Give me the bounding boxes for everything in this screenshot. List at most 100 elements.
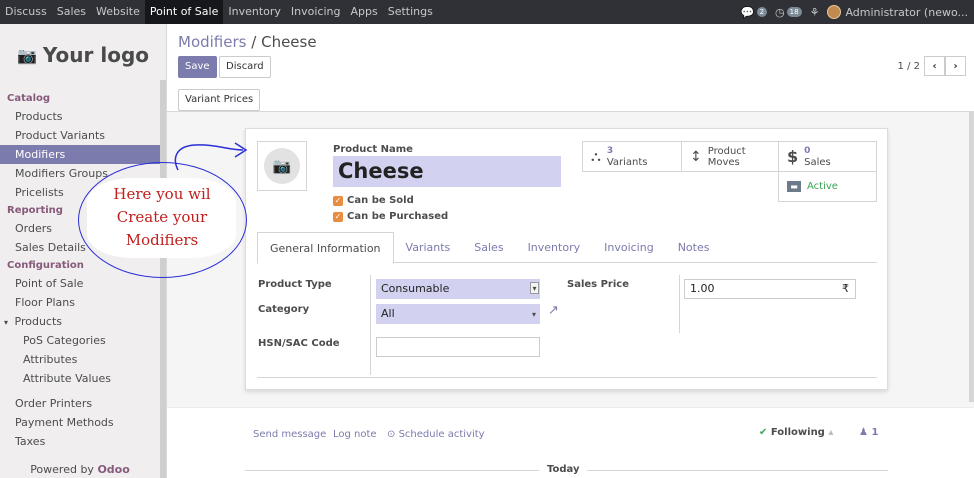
save-button[interactable]: Save bbox=[178, 56, 217, 78]
sales-price-field[interactable]: 1.00 ₹ bbox=[684, 279, 856, 299]
sales-label: Sales bbox=[804, 156, 831, 168]
annotation-line3: Modifiers bbox=[125, 231, 199, 249]
sheet-footer-line bbox=[257, 377, 877, 378]
hsn-code-field[interactable] bbox=[376, 337, 540, 357]
caret-down-icon: ▾ bbox=[531, 310, 536, 319]
annotation-line1: Here you wil bbox=[113, 185, 211, 203]
user-menu[interactable]: Administrator (newo... bbox=[827, 5, 968, 19]
product-type-value: Consumable bbox=[381, 282, 450, 295]
following-button[interactable]: ✔ Following ▴ bbox=[759, 427, 833, 438]
sidebar-item-products[interactable]: Products bbox=[0, 107, 166, 126]
control-panel: Modifiers / Cheese Save Discard 1 / 2 ‹ … bbox=[167, 24, 974, 112]
pager-value[interactable]: 1 / 2 bbox=[898, 61, 920, 72]
top-navbar: Discuss Sales Website Point of Sale Inve… bbox=[0, 0, 974, 24]
user-name: Administrator (newo... bbox=[845, 5, 968, 19]
pager: 1 / 2 ‹ › bbox=[898, 56, 966, 76]
section-catalog: Catalog bbox=[7, 93, 51, 104]
menu-sales[interactable]: Sales bbox=[52, 0, 91, 24]
chat-systray[interactable]: 💬 2 bbox=[740, 5, 768, 19]
main-scrollbar[interactable] bbox=[969, 112, 974, 402]
log-note-button[interactable]: Log note bbox=[333, 429, 377, 440]
notebook-tabs: General Information Variants Sales Inven… bbox=[257, 232, 877, 264]
breadcrumb: Modifiers / Cheese bbox=[178, 33, 317, 51]
chat-icon: 💬 bbox=[740, 5, 755, 19]
menu-invoicing[interactable]: Invoicing bbox=[286, 0, 346, 24]
sidebar-item-attributes[interactable]: Attributes bbox=[0, 350, 166, 369]
sidebar-item-taxes[interactable]: Taxes bbox=[0, 432, 166, 451]
product-type-select[interactable]: Consumable ▾ bbox=[376, 279, 540, 299]
menu-settings[interactable]: Settings bbox=[383, 0, 438, 24]
check-icon: ✔ bbox=[759, 427, 768, 438]
product-name-field[interactable]: Cheese bbox=[333, 156, 561, 187]
sidebar-item-payment-methods[interactable]: Payment Methods bbox=[0, 413, 166, 432]
form-sheet: 📷 Product Name Cheese ✓ Can be Sold ✓ Ca… bbox=[245, 128, 888, 390]
systray: 💬 2 ◷ 18 ⚘ Administrator (newo... bbox=[741, 0, 974, 24]
pager-next-button[interactable]: › bbox=[945, 56, 966, 76]
chevron-left-icon: ‹ bbox=[932, 60, 937, 72]
active-label: Active bbox=[807, 181, 838, 192]
label-separator bbox=[679, 275, 680, 333]
breadcrumb-parent[interactable]: Modifiers bbox=[178, 33, 246, 51]
menu-inventory[interactable]: Inventory bbox=[223, 0, 286, 24]
menu-discuss[interactable]: Discuss bbox=[0, 0, 52, 24]
tab-variants[interactable]: Variants bbox=[394, 232, 463, 263]
activity-systray[interactable]: ◷ 18 bbox=[775, 6, 802, 19]
breadcrumb-current: Cheese bbox=[261, 33, 317, 51]
sidebar-item-product-variants[interactable]: Product Variants bbox=[0, 126, 166, 145]
sidebar-item-point-of-sale[interactable]: Point of Sale bbox=[0, 274, 166, 293]
can-be-sold-checkbox[interactable]: ✓ Can be Sold bbox=[333, 195, 414, 206]
send-message-button[interactable]: Send message bbox=[253, 429, 326, 440]
product-moves-stat-button[interactable]: ↕ Product Moves bbox=[681, 141, 779, 172]
breadcrumb-separator: / bbox=[251, 33, 257, 51]
followers-button[interactable]: ♟ 1 bbox=[859, 427, 878, 438]
can-be-purchased-checkbox[interactable]: ✓ Can be Purchased bbox=[333, 211, 448, 222]
schedule-activity-button[interactable]: ⊙ Schedule activity bbox=[387, 429, 485, 440]
annotation-line2: Create your bbox=[116, 208, 208, 226]
today-label: Today bbox=[539, 464, 588, 475]
app-menu: Discuss Sales Website Point of Sale Inve… bbox=[0, 0, 438, 24]
sidebar-item-pos-categories[interactable]: PoS Categories bbox=[0, 331, 166, 350]
category-label: Category bbox=[258, 304, 310, 315]
debug-icon[interactable]: ⚘ bbox=[810, 6, 820, 19]
sidebar-item-attribute-values[interactable]: Attribute Values bbox=[0, 369, 166, 388]
currency-symbol: ₹ bbox=[842, 282, 849, 295]
sales-stat-button[interactable]: $ 0 Sales bbox=[778, 141, 877, 172]
tab-general-information[interactable]: General Information bbox=[257, 232, 394, 264]
tab-inventory[interactable]: Inventory bbox=[516, 232, 593, 263]
pager-previous-button[interactable]: ‹ bbox=[924, 56, 945, 76]
caret-down-icon: ▾ bbox=[4, 318, 9, 327]
sidebar-group-products[interactable]: ▾ Products bbox=[0, 312, 166, 331]
bell-icon: ▴ bbox=[828, 427, 834, 438]
product-image[interactable]: 📷 bbox=[257, 141, 307, 191]
tab-sales[interactable]: Sales bbox=[462, 232, 515, 263]
variants-label: Variants bbox=[606, 156, 648, 168]
avatar bbox=[827, 5, 842, 19]
discard-button[interactable]: Discard bbox=[219, 56, 271, 78]
company-logo: 📷 Your logo bbox=[0, 24, 166, 86]
sidebar-group-label: Products bbox=[14, 315, 63, 328]
hsn-code-label: HSN/SAC Code bbox=[258, 338, 340, 349]
sidebar-item-modifiers[interactable]: Modifiers bbox=[0, 145, 166, 164]
moves-label-line1: Product bbox=[707, 145, 746, 157]
category-value: All bbox=[381, 307, 395, 320]
tab-invoicing[interactable]: Invoicing bbox=[592, 232, 666, 263]
category-select[interactable]: All ▾ bbox=[376, 304, 540, 324]
tab-notes[interactable]: Notes bbox=[666, 232, 722, 263]
variants-stat-button[interactable]: ⛬ 3 Variants bbox=[582, 141, 682, 172]
variant-prices-button[interactable]: Variant Prices bbox=[178, 89, 261, 111]
sidebar-item-order-printers[interactable]: Order Printers bbox=[0, 394, 166, 413]
schedule-activity-label: Schedule activity bbox=[398, 429, 485, 440]
menu-website[interactable]: Website bbox=[91, 0, 145, 24]
variants-count: 3 bbox=[606, 145, 614, 156]
active-toggle-button[interactable]: ▬ Active bbox=[778, 171, 877, 202]
checkbox-checked-icon: ✓ bbox=[333, 211, 343, 222]
external-link-icon[interactable]: ↗ bbox=[548, 303, 559, 318]
sidebar-scrollbar[interactable] bbox=[160, 80, 166, 478]
sidebar-item-floor-plans[interactable]: Floor Plans bbox=[0, 293, 166, 312]
powered-by-brand[interactable]: Odoo bbox=[97, 463, 129, 476]
menu-point-of-sale[interactable]: Point of Sale bbox=[144, 0, 224, 24]
label-separator bbox=[370, 275, 371, 375]
chat-badge: 2 bbox=[756, 7, 768, 17]
menu-apps[interactable]: Apps bbox=[345, 0, 382, 24]
sales-price-value: 1.00 bbox=[690, 282, 715, 295]
